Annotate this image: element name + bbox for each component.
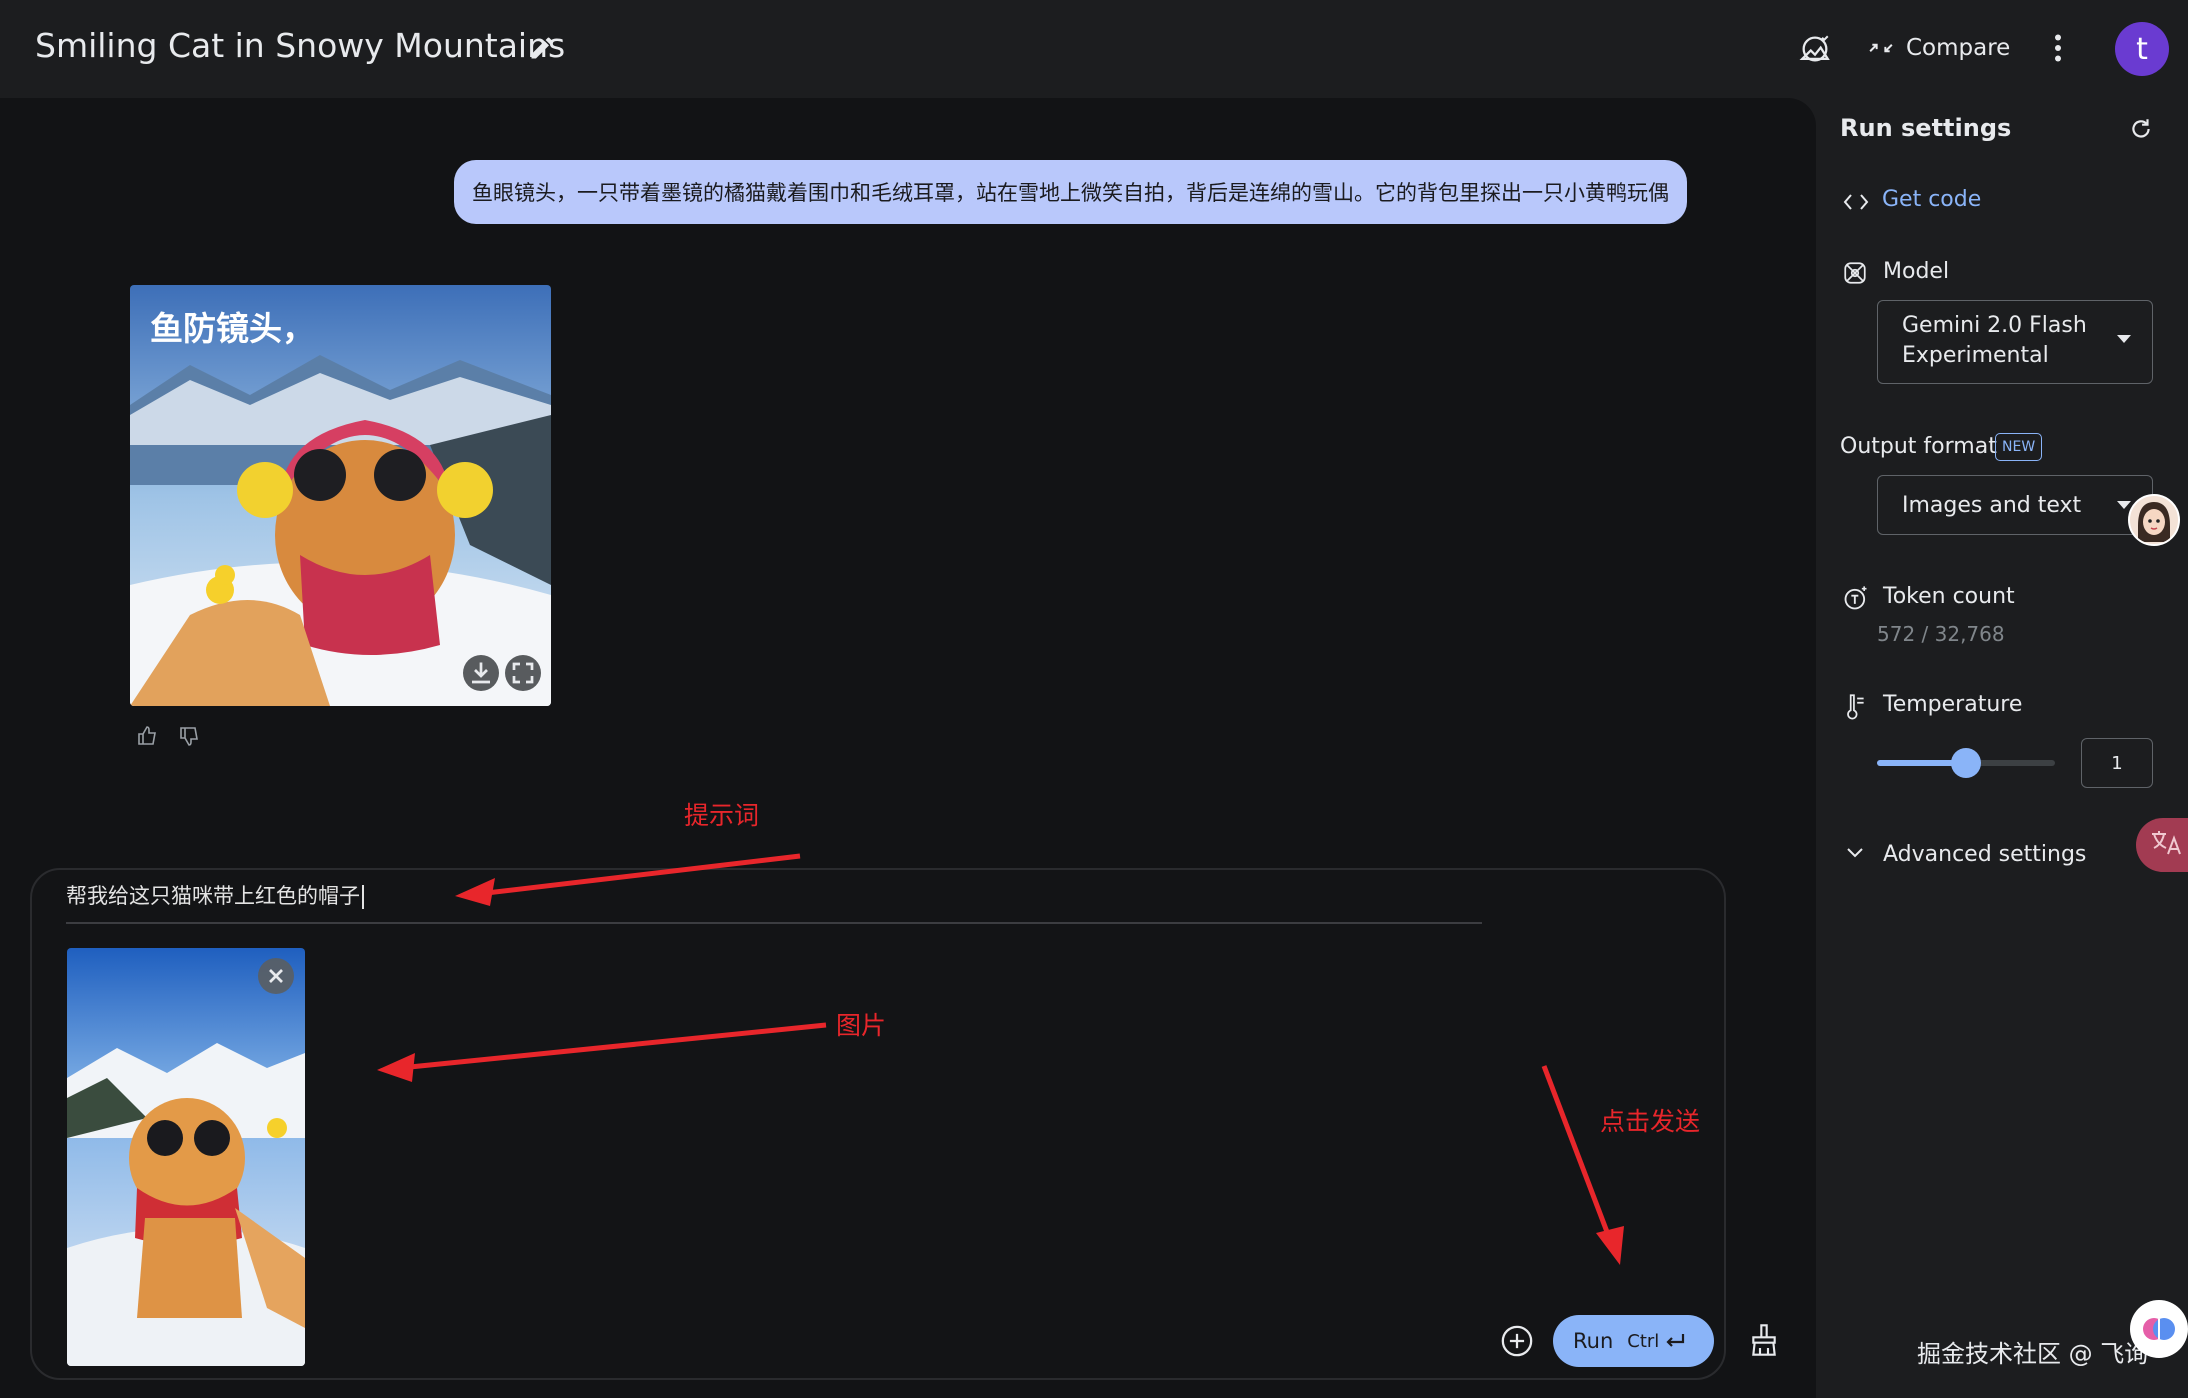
model-icon xyxy=(1844,262,1866,284)
add-circle-icon[interactable] xyxy=(1500,1324,1534,1358)
watermark-text: 掘金技术社区 @ 飞询 xyxy=(1917,1340,2149,1368)
temperature-label: Temperature xyxy=(1883,692,2023,717)
thermometer-icon xyxy=(1847,694,1864,720)
model-label: Model xyxy=(1883,259,1950,284)
output-format-select[interactable]: Images and text xyxy=(1877,475,2153,535)
temperature-slider-thumb[interactable] xyxy=(1951,748,1981,778)
close-icon xyxy=(269,969,283,983)
prompt-input-text: 帮我给这只猫咪带上红色的帽子 xyxy=(66,884,360,908)
image-caption-text: 鱼防镜头， xyxy=(150,309,315,348)
model-value-line2: Experimental xyxy=(1902,343,2049,368)
enter-key-icon xyxy=(1666,1334,1685,1347)
attached-image[interactable] xyxy=(67,948,305,1366)
edit-icon[interactable] xyxy=(528,34,556,62)
translate-icon xyxy=(2152,831,2181,855)
panel-title: Run settings xyxy=(1840,114,2012,142)
more-vert-icon[interactable] xyxy=(2050,30,2066,66)
get-code-link[interactable]: Get code xyxy=(1882,187,1981,212)
annotation-run: 点击发送 xyxy=(1600,1107,1701,1136)
annotation-image: 图片 xyxy=(836,1011,887,1040)
run-shortcut: Ctrl xyxy=(1627,1331,1687,1352)
download-icon xyxy=(472,662,490,684)
assistant-avatar[interactable] xyxy=(2128,494,2180,546)
compare-button[interactable]: Compare xyxy=(1868,28,2010,68)
temperature-input[interactable]: 1 xyxy=(2081,738,2153,788)
run-label: Run xyxy=(1573,1329,1614,1353)
remove-image-button[interactable] xyxy=(258,958,294,994)
fullscreen-icon xyxy=(512,662,534,684)
girl-avatar-icon xyxy=(2138,502,2170,542)
input-divider xyxy=(66,922,1482,924)
run-button[interactable]: Run Ctrl xyxy=(1553,1315,1714,1367)
prompt-input[interactable]: 帮我给这只猫咪带上红色的帽子 xyxy=(66,880,364,910)
compare-label: Compare xyxy=(1906,35,2011,61)
chevron-down-icon[interactable] xyxy=(1845,846,1865,860)
download-button[interactable] xyxy=(463,655,499,691)
thumb-up-icon[interactable] xyxy=(136,724,160,748)
thumb-down-icon[interactable] xyxy=(178,724,202,748)
image-checkmark-icon[interactable] xyxy=(1798,32,1832,66)
output-format-value: Images and text xyxy=(1902,492,2082,518)
user-message: 鱼眼镜头，一只带着墨镜的橘猫戴着围巾和毛绒耳罩，站在雪地上微笑自拍，背后是连绵的… xyxy=(454,160,1687,224)
new-badge: NEW xyxy=(1995,433,2043,461)
attached-cat-picture xyxy=(67,948,305,1366)
annotation-prompt: 提示词 xyxy=(684,801,760,830)
text-caret xyxy=(362,885,364,909)
model-value-line1: Gemini 2.0 Flash xyxy=(1902,313,2087,338)
model-select[interactable]: Gemini 2.0 Flash Experimental xyxy=(1877,300,2153,384)
fullscreen-button[interactable] xyxy=(505,655,541,691)
ai-assistant-button[interactable] xyxy=(2130,1300,2188,1358)
page-title[interactable]: Smiling Cat in Snowy Mountains xyxy=(35,26,565,65)
token-count-label: Token count xyxy=(1883,584,2015,609)
clear-chat-icon[interactable] xyxy=(1748,1322,1780,1358)
translate-button[interactable] xyxy=(2136,818,2188,872)
run-shortcut-key: Ctrl xyxy=(1627,1330,1660,1352)
compare-icon xyxy=(1869,43,1893,53)
refresh-icon[interactable] xyxy=(2128,116,2154,142)
chevron-down-icon xyxy=(2117,335,2131,343)
output-format-label: Output format xyxy=(1840,434,1997,459)
advanced-settings-toggle[interactable]: Advanced settings xyxy=(1883,842,2086,867)
token-icon xyxy=(1844,586,1867,610)
user-avatar[interactable]: t xyxy=(2115,22,2169,76)
brain-icon xyxy=(2143,1318,2175,1340)
token-count-value: 572 / 32,768 xyxy=(1877,622,2005,646)
code-icon[interactable] xyxy=(1842,190,1870,214)
